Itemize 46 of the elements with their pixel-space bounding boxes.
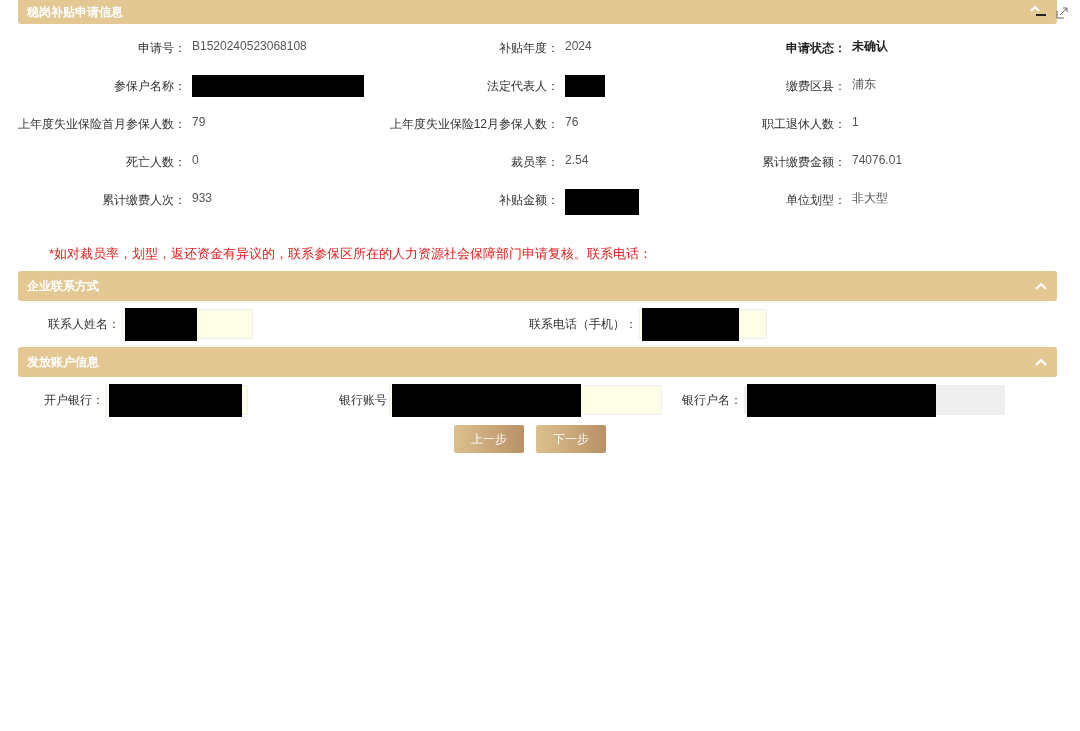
field-value: 非大型 <box>852 191 888 205</box>
input-field[interactable] <box>639 308 767 339</box>
field-value: 74076.01 <box>852 153 903 167</box>
field-value: B1520240523068108 <box>192 39 307 53</box>
field-label: 上年度失业保险首月参保人数： <box>18 116 187 133</box>
field-label: 参保户名称： <box>113 78 187 95</box>
field-value: 76 <box>565 115 579 129</box>
step-button[interactable]: 上一步 <box>453 424 524 453</box>
field-label: 申请状态： <box>785 40 847 57</box>
section-title: 稳岗补贴申请信息 <box>27 4 123 21</box>
field-value: 1 <box>852 115 859 129</box>
input-field[interactable] <box>389 384 662 415</box>
field-value: 未确认 <box>852 39 888 53</box>
section-header[interactable]: 稳岗补贴申请信息 <box>18 0 1057 24</box>
field-value: 79 <box>192 115 206 129</box>
field-value: 2.54 <box>565 153 589 167</box>
field-label: 联系电话（手机）： <box>528 315 638 333</box>
field-label: 补贴金额： <box>498 192 560 209</box>
field-label: 银行账号 <box>338 391 388 409</box>
collapse-icon[interactable] <box>1030 5 1048 19</box>
field-label: 银行户名： <box>681 391 743 409</box>
field-label: 申请号： <box>137 40 187 57</box>
field-value: 2024 <box>565 39 592 53</box>
field-label: 累计缴费金额： <box>761 154 847 171</box>
section-header[interactable]: 企业联系方式 <box>18 270 1057 301</box>
field-value: 933 <box>192 191 213 205</box>
section-title: 发放账户信息 <box>27 353 99 371</box>
field-label: 开户银行： <box>43 391 105 409</box>
field-label: 职工退休人数： <box>761 116 847 133</box>
field-value: 0 <box>192 153 199 167</box>
field-label: 裁员率： <box>510 154 560 171</box>
field-label: 补贴年度： <box>498 40 560 57</box>
input-field[interactable] <box>122 308 253 339</box>
field-label: 缴费区县： <box>785 78 847 95</box>
field-value: 浦东 <box>852 77 876 91</box>
field-label: 累计缴费人次： <box>101 192 187 209</box>
field-label: 法定代表人： <box>486 78 560 95</box>
field-label: 上年度失业保险12月参保人数： <box>388 116 560 133</box>
expand-icon[interactable] <box>1056 7 1068 19</box>
field-label: 死亡人数： <box>125 154 187 171</box>
step-button[interactable]: 下一步 <box>535 424 606 453</box>
field-label: 联系人姓名： <box>47 315 121 333</box>
section-title: 企业联系方式 <box>27 277 99 295</box>
notice-text: *如对裁员率，划型，返还资金有异议的，联系参保区所在的人力资源社会保障部门申请复核。联系电话： <box>48 245 654 263</box>
field-label: 单位划型： <box>785 192 847 209</box>
section-header[interactable]: 发放账户信息 <box>18 346 1057 377</box>
